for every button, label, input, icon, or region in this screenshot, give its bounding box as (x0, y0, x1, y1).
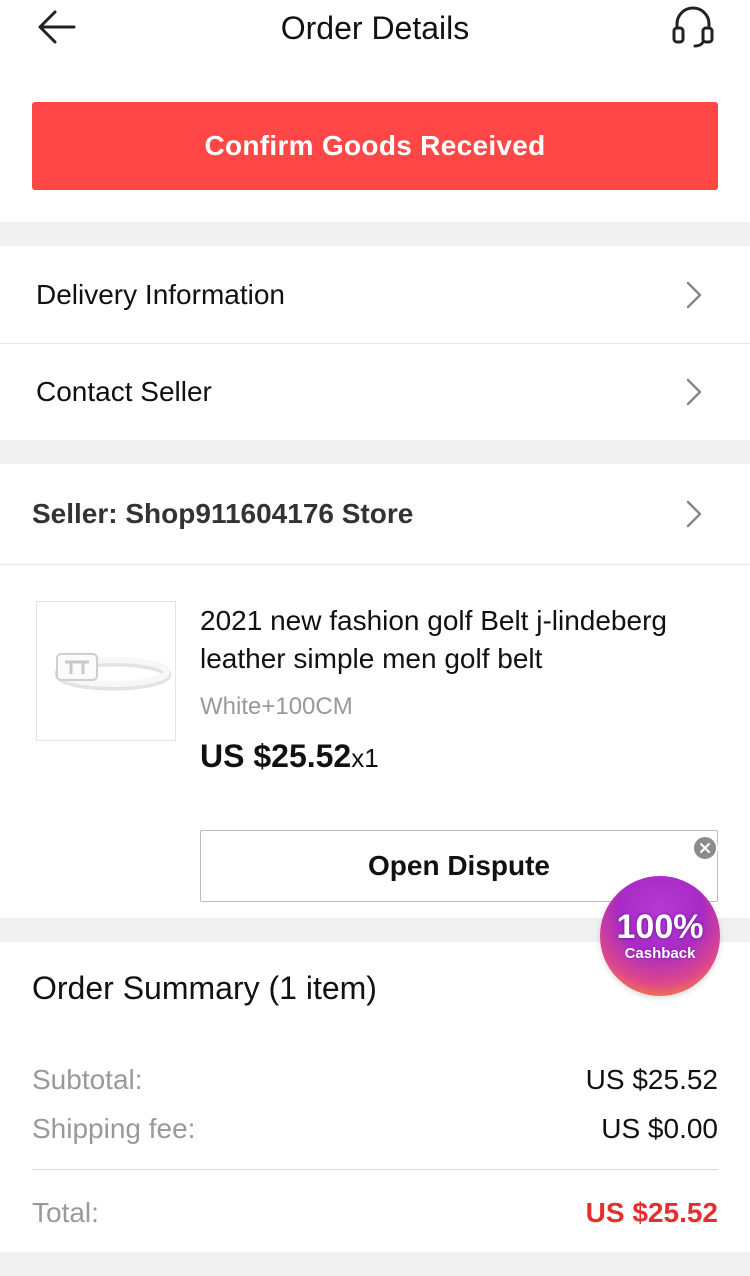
product-variant: White+100CM (200, 693, 353, 720)
contact-seller-label: Contact Seller (36, 376, 212, 407)
cashback-badge[interactable]: 100% Cashback (600, 876, 720, 996)
product-thumbnail[interactable] (36, 601, 176, 741)
delivery-information-label: Delivery Information (36, 278, 285, 310)
chevron-right-icon (686, 281, 702, 308)
product-price: US $25.52 (200, 738, 352, 774)
confirm-goods-received-button[interactable]: Confirm Goods Received (32, 102, 718, 190)
delivery-information-row[interactable]: Delivery Information (0, 246, 750, 343)
close-icon (700, 843, 710, 853)
close-cashback-button[interactable] (692, 835, 718, 861)
divider (0, 564, 750, 565)
subtotal-label: Subtotal: (32, 1064, 143, 1095)
total-label: Total: (32, 1197, 99, 1228)
product-quantity: x1 (351, 743, 379, 773)
header-bar: Order Details (0, 0, 750, 56)
divider (32, 1169, 718, 1170)
section-separator (0, 440, 750, 464)
order-details-page: Order Details Confirm Goods Received Del… (0, 0, 750, 1276)
headset-icon (672, 6, 714, 48)
belt-image (54, 653, 172, 691)
customer-service-button[interactable] (668, 6, 718, 48)
seller-name: Seller: Shop911604176 Store (32, 498, 414, 529)
page-title: Order Details (280, 10, 470, 46)
chevron-right-icon (686, 378, 702, 406)
shipping-fee-value: US $0.00 (601, 1113, 718, 1144)
order-summary-title: Order Summary (1 item) (32, 970, 377, 1006)
product-title[interactable]: 2021 new fashion golf Belt j-lindeberg l… (200, 602, 710, 678)
product-price-line: US $25.52x1 (200, 738, 379, 775)
chevron-right-icon (686, 500, 702, 528)
cashback-label: Cashback (624, 945, 696, 962)
section-separator (0, 222, 750, 246)
section-separator (0, 1252, 750, 1276)
contact-seller-row[interactable]: Contact Seller (0, 344, 750, 440)
seller-store-row[interactable]: Seller: Shop911604176 Store (0, 464, 750, 564)
total-value: US $25.52 (585, 1197, 718, 1228)
shipping-fee-label: Shipping fee: (32, 1113, 196, 1144)
subtotal-value: US $25.52 (585, 1064, 718, 1095)
cashback-percent: 100% (616, 908, 704, 946)
